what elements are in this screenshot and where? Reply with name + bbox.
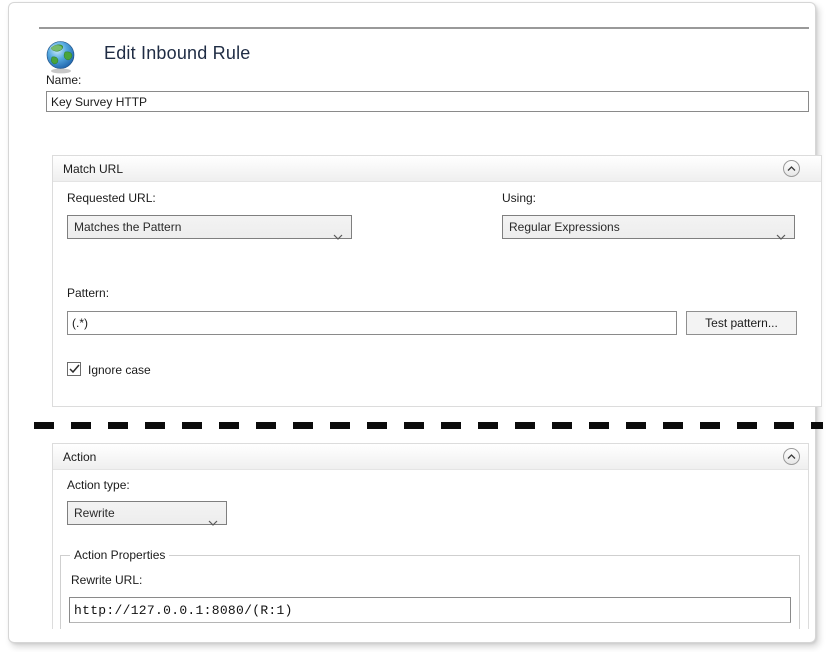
chevron-up-icon [787, 166, 796, 172]
top-divider [39, 27, 809, 29]
using-value: Regular Expressions [509, 220, 620, 234]
action-header [53, 444, 808, 470]
crop-separator [34, 422, 823, 429]
globe-icon [45, 40, 78, 74]
pattern-input[interactable] [67, 311, 677, 335]
using-label: Using: [502, 191, 536, 205]
action-properties-legend: Action Properties [70, 548, 169, 562]
action-group: Action Action type: Rewrite Action Prope… [52, 443, 809, 629]
edit-inbound-rule-page: Edit Inbound Rule Name: Match URL Reques… [0, 0, 826, 652]
pattern-label: Pattern: [67, 286, 109, 300]
match-url-header [53, 156, 821, 182]
match-url-collapse-button[interactable] [783, 160, 800, 177]
chevron-down-icon [776, 225, 786, 247]
match-url-group: Match URL Requested URL: Matches the Pat… [52, 155, 822, 407]
rewrite-url-input[interactable] [69, 597, 791, 623]
chevron-down-icon [208, 511, 218, 533]
test-pattern-button[interactable]: Test pattern... [686, 311, 797, 335]
ignore-case-checkbox[interactable] [67, 362, 81, 376]
requested-url-label: Requested URL: [67, 191, 156, 205]
chevron-down-icon [333, 225, 343, 247]
check-icon [69, 364, 80, 374]
action-type-value: Rewrite [74, 506, 115, 520]
match-url-title: Match URL [63, 156, 123, 182]
ignore-case-label: Ignore case [88, 363, 151, 377]
requested-url-value: Matches the Pattern [74, 220, 181, 234]
name-label: Name: [46, 73, 81, 87]
action-title: Action [63, 444, 96, 470]
using-dropdown[interactable]: Regular Expressions [502, 215, 795, 239]
page-title: Edit Inbound Rule [104, 43, 251, 64]
name-input[interactable] [46, 91, 809, 112]
chevron-up-icon [787, 454, 796, 460]
action-type-label: Action type: [67, 478, 130, 492]
action-type-dropdown[interactable]: Rewrite [67, 501, 227, 525]
rewrite-url-label: Rewrite URL: [71, 573, 142, 587]
requested-url-dropdown[interactable]: Matches the Pattern [67, 215, 352, 239]
action-collapse-button[interactable] [783, 448, 800, 465]
dialog-card: Edit Inbound Rule Name: Match URL Reques… [8, 2, 816, 643]
action-properties-fieldset: Action Properties Rewrite URL: [60, 555, 800, 629]
